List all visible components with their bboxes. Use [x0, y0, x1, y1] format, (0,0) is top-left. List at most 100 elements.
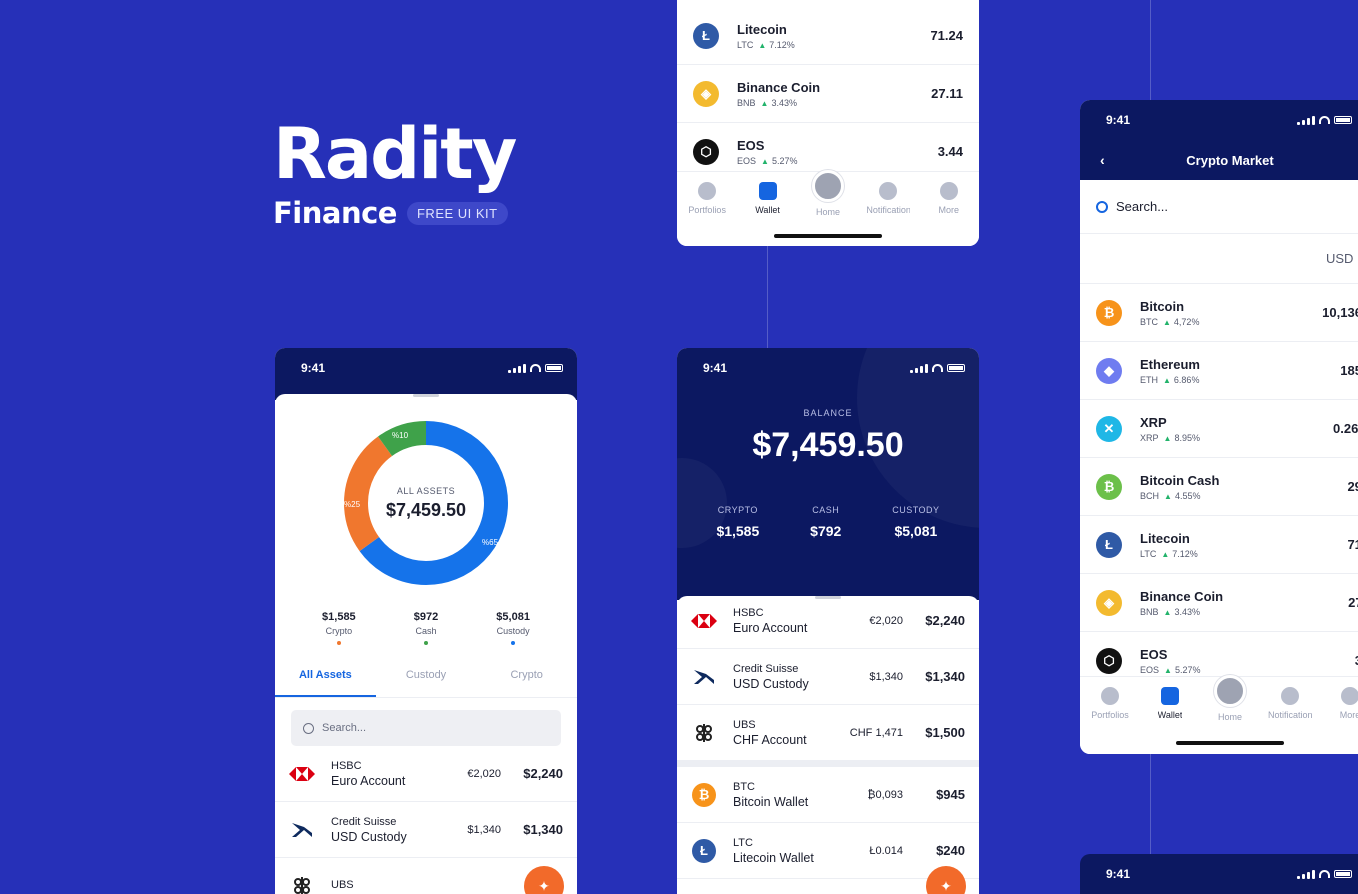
tab-more[interactable]: More: [923, 182, 975, 215]
home-icon: [1214, 675, 1246, 707]
battery-icon: [1334, 870, 1352, 878]
account-row[interactable]: HSBC Euro Account €2,020 $2,240: [677, 593, 979, 649]
phone-coin-list: Ł Litecoin LTC ▲ 7.12% 71.24 ◈ Binance Coin BNB ▲…: [677, 0, 979, 246]
coin-change: 3.43%: [1174, 606, 1200, 617]
search-input[interactable]: Search...: [1080, 180, 1358, 234]
account-row[interactable]: ₿ BTC Bitcoin Wallet ₿0,093 $945: [677, 767, 979, 823]
hsbc-logo-icon: [289, 764, 315, 784]
currency-selector[interactable]: USD: [1326, 251, 1353, 266]
coin-change: 8.95%: [1174, 432, 1200, 443]
coin-change: 7.12%: [1172, 548, 1198, 559]
coin-ticker: EOS: [737, 155, 757, 166]
tab-wallet[interactable]: Wallet: [742, 182, 794, 215]
coin-name: Bitcoin Cash: [1140, 472, 1220, 488]
coin-row[interactable]: Ł Litecoin LTC ▲7.12% 71.24: [677, 7, 979, 65]
tab-notifications[interactable]: Notifications: [862, 182, 914, 215]
fab-icon: ✦: [940, 877, 952, 894]
trend-up-icon: ▲: [760, 98, 769, 108]
coin-ticker: BTC: [1140, 316, 1158, 327]
brand-title: Radity: [273, 113, 517, 195]
account-name: Euro Account: [331, 773, 406, 788]
ubs-logo-icon: [691, 723, 717, 743]
account-row[interactable]: HSBC Euro Account €2,020 $2,240: [275, 746, 577, 802]
back-icon[interactable]: ‹: [1100, 152, 1105, 168]
tab-label: Wallet: [1157, 710, 1183, 720]
coin-info: Ethereum ETH ▲ 6.86%: [1140, 357, 1340, 385]
coin-change: 5.27%: [1174, 664, 1201, 675]
trend-up-icon: ▲: [1163, 317, 1171, 327]
sheet-handle[interactable]: [413, 394, 439, 397]
trend-up-icon: ▲: [761, 156, 769, 166]
menu-icon: [1341, 687, 1358, 705]
tab-crypto[interactable]: Crypto: [476, 669, 577, 697]
account-row[interactable]: UBS CHF Account CHF 1,471 $1,500: [677, 705, 979, 761]
coin-row[interactable]: ◈ Binance Coin BNB ▲3.43% 27.11: [677, 65, 979, 123]
account-local-amount: ₿0,093: [867, 788, 903, 801]
tab-all-assets[interactable]: All Assets: [275, 669, 376, 697]
account-info: UBS: [331, 879, 437, 893]
coin-row[interactable]: ✕ XRP XRP ▲8.95% 0.26285: [1080, 400, 1358, 458]
account-info: BTC Bitcoin Wallet: [733, 781, 839, 809]
coin-info: XRP XRP ▲ 8.95%: [1140, 415, 1333, 443]
tab-notifications[interactable]: Notifications: [1264, 687, 1316, 720]
balance-col-cash: CASH $792: [810, 505, 841, 539]
phone-bottom-right: 9:41: [1080, 854, 1358, 894]
tab-home[interactable]: Home: [1204, 675, 1256, 722]
account-name: USD Custody: [733, 676, 809, 691]
divider-line: [1150, 0, 1151, 100]
tab-wallet[interactable]: Wallet: [1144, 687, 1196, 720]
phone-all-assets: 9:41 %65 %25 %10 ALL ASSETS $7,459.50 $1…: [275, 348, 577, 894]
coin-ticker: BNB: [1140, 606, 1159, 617]
coin-info: Litecoin LTC ▲ 7.12%: [737, 22, 930, 50]
assets-donut-chart: %65 %25 %10 ALL ASSETS $7,459.50: [342, 419, 510, 587]
signal-icon: [508, 363, 526, 373]
account-usd-amount: $2,240: [925, 613, 965, 628]
legend-item: $5,081 Custody: [496, 611, 530, 645]
tab-home[interactable]: Home: [802, 170, 854, 217]
coin-row[interactable]: ₿ Bitcoin Cash BCH ▲4.55% 297.9: [1080, 458, 1358, 516]
tab-custody[interactable]: Custody: [376, 669, 477, 697]
coin-name: Binance Coin: [737, 79, 821, 95]
search-placeholder: Search...: [1116, 199, 1169, 214]
search-input[interactable]: Search...: [291, 710, 561, 746]
trend-up-icon: ▲: [758, 40, 767, 50]
account-row[interactable]: Credit Suisse USD Custody $1,340 $1,340: [677, 649, 979, 705]
account-bank: UBS: [733, 718, 756, 731]
legend-value: $5,081: [496, 611, 530, 623]
coin-row[interactable]: ₿ Bitcoin BTC ▲4,72% 10,136.73: [1080, 284, 1358, 342]
balance-col-value: $1,585: [716, 523, 760, 539]
tab-portfolios[interactable]: Portfolios: [1084, 687, 1136, 720]
coin-row[interactable]: ◈ Binance Coin BNB ▲3.43% 27.11: [1080, 574, 1358, 632]
legend-label: Custody: [496, 626, 530, 636]
coin-name: Litecoin: [737, 21, 787, 37]
trend-up-icon: ▲: [1164, 491, 1172, 501]
legend-dot: [511, 641, 516, 645]
legend-dot: [423, 641, 428, 645]
account-row[interactable]: Credit Suisse USD Custody $1,340 $1,340: [275, 802, 577, 858]
ltc-coin-icon: Ł: [1096, 531, 1122, 558]
home-indicator: [1176, 741, 1284, 745]
bnb-coin-icon: ◈: [1096, 589, 1122, 616]
coin-ticker: BNB: [737, 97, 756, 108]
tab-portfolios[interactable]: Portfolios: [681, 182, 733, 215]
legend-label: Cash: [415, 626, 437, 636]
portfolio-icon: [698, 182, 717, 200]
coin-subline: BNB ▲ 3.43%: [737, 98, 931, 108]
home-icon: [811, 170, 844, 202]
account-bank: Credit Suisse: [733, 662, 799, 675]
coin-change: 5.27%: [771, 155, 798, 166]
coin-row[interactable]: Ł Litecoin LTC ▲7.12% 71.24: [1080, 516, 1358, 574]
coin-name: Ethereum: [1140, 356, 1200, 372]
coin-row[interactable]: ◆ Ethereum ETH ▲6.86% 185.65: [1080, 342, 1358, 400]
coin-value: 71.24: [930, 28, 963, 43]
status-time: 9:41: [703, 361, 728, 375]
account-usd-amount: $945: [936, 787, 965, 802]
trend-up-icon: ▲: [1164, 665, 1172, 675]
coin-ticker: LTC: [737, 39, 754, 50]
eos-coin-icon: ⬡: [693, 138, 719, 165]
account-info: HSBC Euro Account: [331, 760, 437, 788]
tab-label: More: [938, 205, 959, 215]
tab-more[interactable]: More: [1324, 687, 1358, 720]
trend-up-icon: ▲: [1163, 375, 1171, 385]
xrp-coin-icon: ✕: [1096, 415, 1122, 442]
